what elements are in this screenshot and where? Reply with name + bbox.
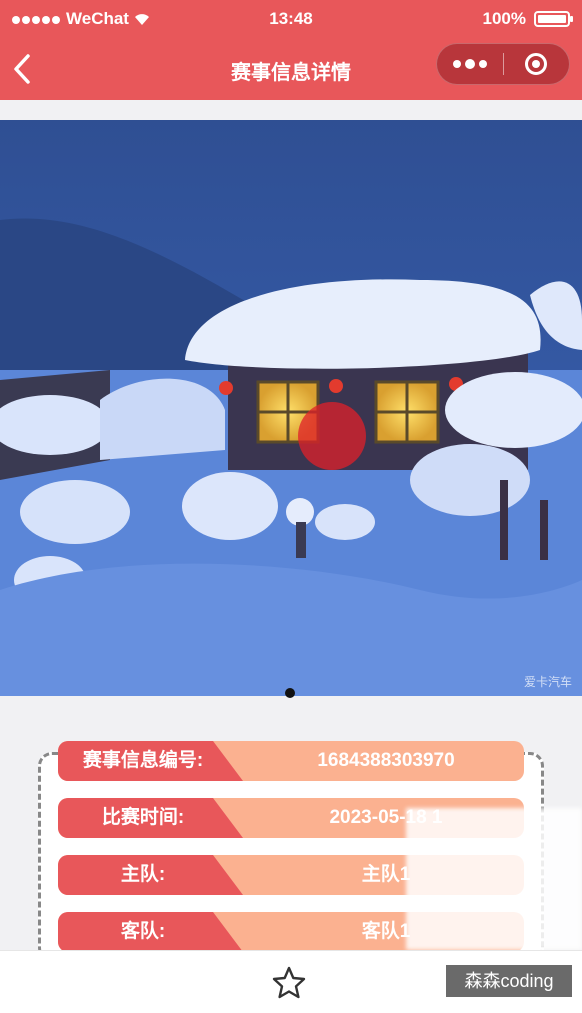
favorite-button[interactable] [271,965,307,1001]
swiper-indicator-dot [285,688,295,698]
close-button[interactable] [504,53,570,75]
target-circle-icon [525,53,548,75]
detail-label: 客队: [120,921,166,942]
corner-watermark: 森森coding [446,965,572,997]
header-gap [0,100,582,120]
detail-row: 赛事信息编号: 1684388303970 [58,741,524,781]
detail-label: 比赛时间: [101,807,185,828]
banner-image [0,120,582,696]
image-watermark: 爱卡汽车 [523,675,572,689]
blur-overlay [406,808,582,950]
battery-fill [538,15,566,23]
mini-program-capsule [436,43,570,85]
battery-group: 100% [482,9,573,29]
detail-value: 1684388303970 [317,750,455,771]
detail-label: 主队: [120,864,166,885]
banner-swiper[interactable]: 爱卡汽车 [0,120,582,696]
battery-icon [534,11,573,27]
more-button[interactable] [437,58,503,69]
battery-percent: 100% [482,9,526,28]
status-bar: WeChat 13:48 100% [0,0,582,38]
detail-label: 赛事信息编号: [82,750,204,771]
navigation-bar: 赛事信息详情 [0,38,582,100]
star-outline-icon [272,966,306,999]
